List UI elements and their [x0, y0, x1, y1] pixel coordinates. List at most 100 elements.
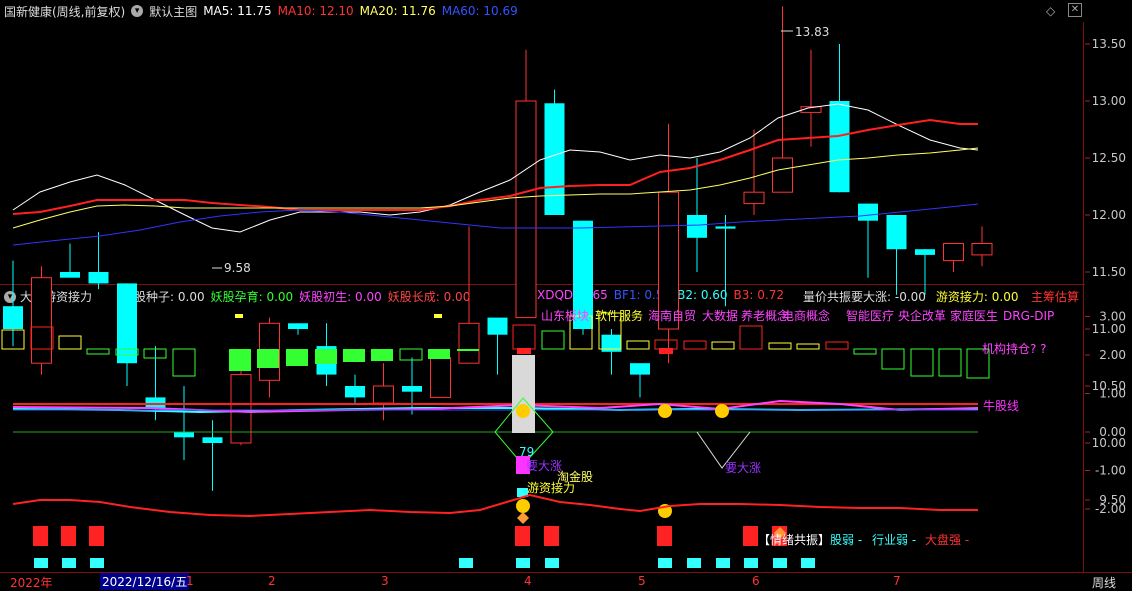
sub-tick-label: -2.00: [1095, 502, 1126, 516]
low-label: 9.58: [224, 261, 251, 275]
month-4: 4: [524, 574, 532, 588]
sentiment-bar: [343, 349, 365, 362]
sentiment-bar: [881, 348, 905, 370]
sentiment-bar: [86, 348, 110, 355]
jigou-label: 机构持仓? ?: [982, 341, 1047, 356]
signal-red: [659, 348, 673, 354]
candle-body: [886, 215, 907, 250]
concept-tag-8: 家庭医生: [950, 308, 998, 323]
candle-body: [230, 374, 252, 444]
candle-body: [715, 226, 736, 229]
price-tick-label: 12.00: [1092, 208, 1126, 222]
month-1: 1: [186, 574, 194, 588]
price-tick-label: 13.50: [1092, 37, 1126, 51]
concept-tag-1: 软件服务: [595, 308, 643, 323]
month-5: 5: [638, 574, 646, 588]
signal-block-cyan: [545, 558, 559, 568]
sentiment-bar: [739, 325, 763, 350]
sentiment-bar: [541, 330, 565, 350]
price-tick-label: 13.00: [1092, 94, 1126, 108]
price-tick-label: 12.50: [1092, 151, 1126, 165]
sentiment-bar: [428, 349, 450, 359]
signal-block-cyan: [716, 558, 730, 568]
hangye-ruo-label: 行业弱 -: [872, 533, 916, 547]
candle-body: [60, 272, 80, 278]
concept-tag-3: 大数据: [702, 308, 738, 323]
candle-body: [31, 277, 52, 364]
candle-body: [430, 357, 451, 398]
sentiment-bar: [399, 348, 423, 361]
smile-icon: [516, 404, 530, 418]
niu-label: 牛股线: [983, 398, 1019, 413]
concept-tag-7: 央企改革: [898, 308, 946, 323]
sentiment-bar: [938, 348, 962, 377]
candle-body: [487, 317, 508, 335]
signal-block-cyan: [687, 558, 701, 568]
price-tick-label: 11.00: [1092, 322, 1126, 336]
signal-block-red: [657, 526, 672, 546]
candle-body: [345, 386, 365, 398]
sentiment-bar: [229, 349, 251, 371]
candle-body: [630, 363, 650, 375]
candle-body: [402, 386, 422, 392]
sentiment-bar: [371, 349, 393, 361]
price-tick-label: 11.50: [1092, 265, 1126, 279]
signal-block-cyan: [744, 558, 758, 568]
signal-block-cyan: [773, 558, 787, 568]
signal-block-red: [515, 526, 530, 546]
sub-tick-label: -1.00: [1095, 464, 1126, 478]
sentiment-bar: [626, 340, 650, 350]
signal-block-red: [743, 526, 758, 546]
candle-body: [971, 243, 993, 256]
candle-body: [743, 191, 765, 205]
candle-body: [772, 157, 793, 193]
month-7: 7: [893, 574, 901, 588]
candle-body: [458, 322, 480, 364]
candle-body: [202, 437, 223, 443]
candle-body: [117, 283, 137, 364]
sentiment-bar: [654, 339, 678, 350]
qingxu-label: 【情绪共振】: [758, 533, 830, 547]
concept-tag-2: 海南自贸: [648, 308, 696, 323]
candle-body: [915, 249, 935, 255]
sub-tick-label: 1.00: [1099, 387, 1126, 401]
sentiment-bar: [683, 340, 707, 350]
sub-tick-label: 2.00: [1099, 348, 1126, 362]
orange-diamond: [517, 512, 529, 524]
sentiment-bar: [257, 349, 279, 368]
year-label: 2022年: [10, 576, 53, 590]
concept-tag-5: 电商概念: [782, 308, 830, 323]
sentiment-bar: [796, 343, 820, 350]
signal-block-red: [61, 526, 76, 546]
yao-da-zhang-2: 要大涨: [725, 460, 761, 475]
sentiment-bar: [457, 349, 479, 351]
sentiment-bar: [711, 341, 735, 350]
period-label[interactable]: 周线: [1092, 574, 1116, 591]
candle-body: [3, 306, 23, 329]
candle-body: [88, 272, 109, 284]
signal-dot: [434, 314, 442, 318]
sentiment-bar: [58, 335, 82, 350]
sentiment-bar: [768, 342, 792, 350]
signal-block-red: [544, 526, 559, 546]
sentiment-bar: [286, 349, 308, 366]
dapan-qiang-label: 大盘强 -: [925, 532, 969, 547]
time-axis: 2022年 2022/12/16/五 1 2 3 4 5 6 7 周线: [0, 572, 1132, 591]
month-2: 2: [268, 574, 276, 588]
high-label: 13.83: [795, 25, 829, 39]
concept-tag-6: 智能医疗: [846, 308, 894, 323]
signal-block-cyan: [658, 558, 672, 568]
concept-tag-0: 山东板块: [541, 309, 589, 323]
candle-body: [943, 243, 964, 262]
sentiment-bar: [853, 348, 877, 355]
month-3: 3: [381, 574, 389, 588]
sentiment-bar: [512, 324, 536, 350]
youzi-label: 游资接力: [527, 480, 575, 495]
candle-body: [288, 323, 308, 329]
sentiment-bar: [825, 341, 849, 350]
signal-dot: [235, 314, 243, 318]
sentiment-bar: [315, 349, 337, 364]
signal-block-cyan: [516, 558, 530, 568]
signal-block-cyan: [801, 558, 815, 568]
smile-icon: [516, 499, 530, 513]
